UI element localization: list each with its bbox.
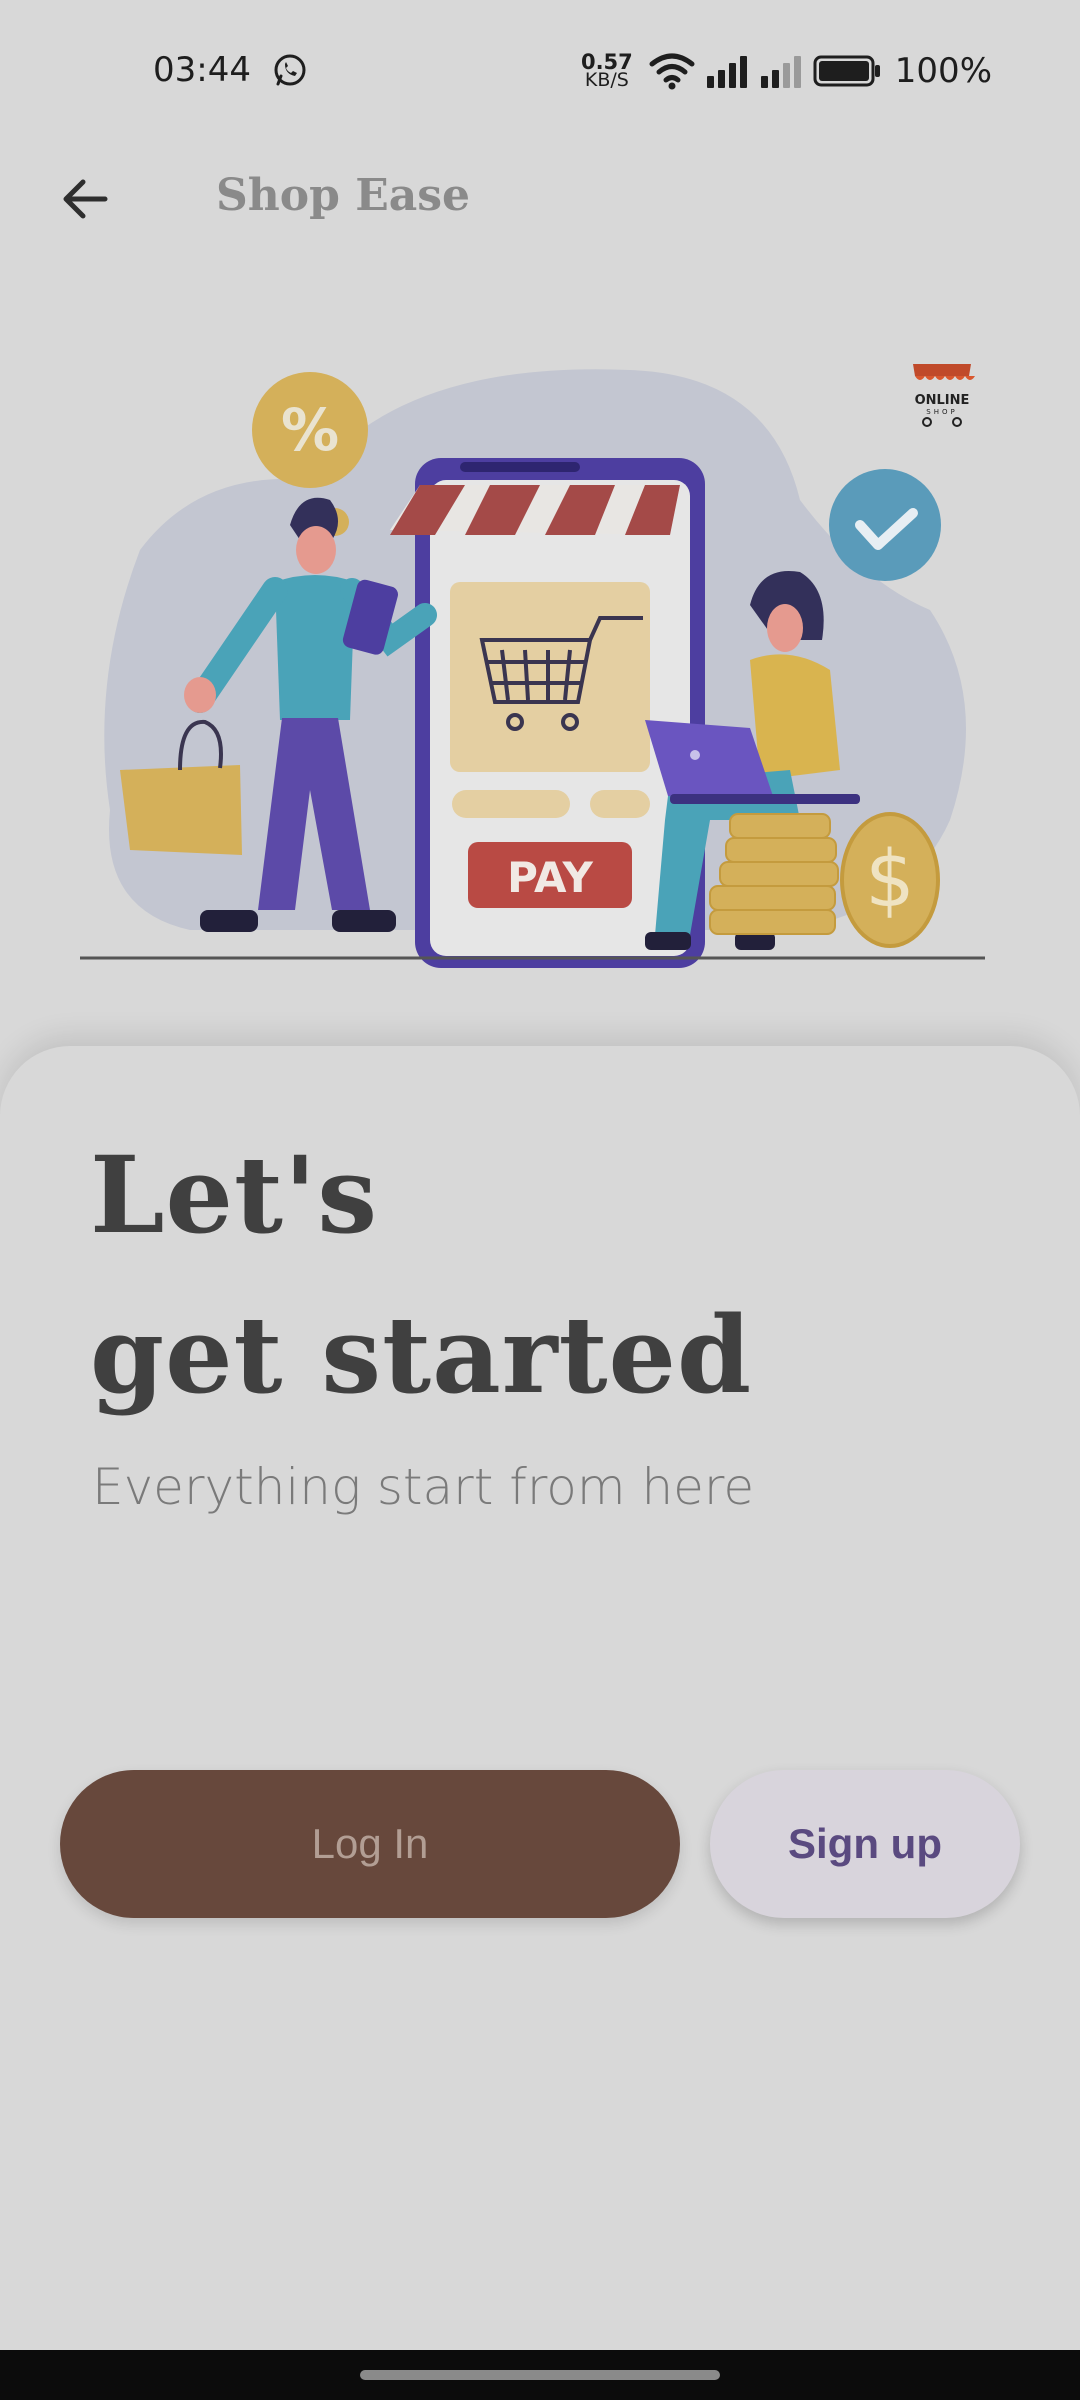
shopping-illustration: % PAY $ [80,369,985,968]
pay-label: PAY [507,853,593,902]
battery-icon [813,55,880,87]
percent-label: % [281,396,339,464]
discount-badge-icon: % [252,372,368,488]
dollar-coin-icon: $ [840,812,940,948]
system-navigation-bar [0,2350,1080,2400]
wifi-icon [649,53,695,90]
arrow-left-icon [63,179,108,219]
headline-line-1: Let's [90,1132,379,1257]
status-bar: 03:44 0.57 KB/S 100% [0,0,1080,140]
onboarding-headline: Let's get started [90,1115,752,1435]
whatsapp-icon [274,54,306,86]
network-speed: 0.57 KB/S [581,52,633,91]
status-icons: 0.57 KB/S 100% [581,46,992,96]
network-speed-unit: KB/S [584,69,629,91]
signal-weak-icon [760,56,801,88]
onboarding-subtitle: Everything start from here [92,1458,755,1516]
signal-icon [706,56,747,88]
status-time: 03:44 [153,50,251,90]
login-button[interactable]: Log In [60,1770,680,1918]
check-badge-icon [829,469,941,581]
signup-button[interactable]: Sign up [710,1770,1020,1918]
headline-line-2: get started [90,1292,753,1417]
svg-text:$: $ [865,835,915,925]
app-bar: Shop Ease [0,150,1080,240]
home-gesture-handle[interactable] [360,2370,720,2380]
back-button[interactable] [52,166,118,232]
app-title: Shop Ease [216,170,471,221]
battery-percent: 100% [894,51,992,91]
